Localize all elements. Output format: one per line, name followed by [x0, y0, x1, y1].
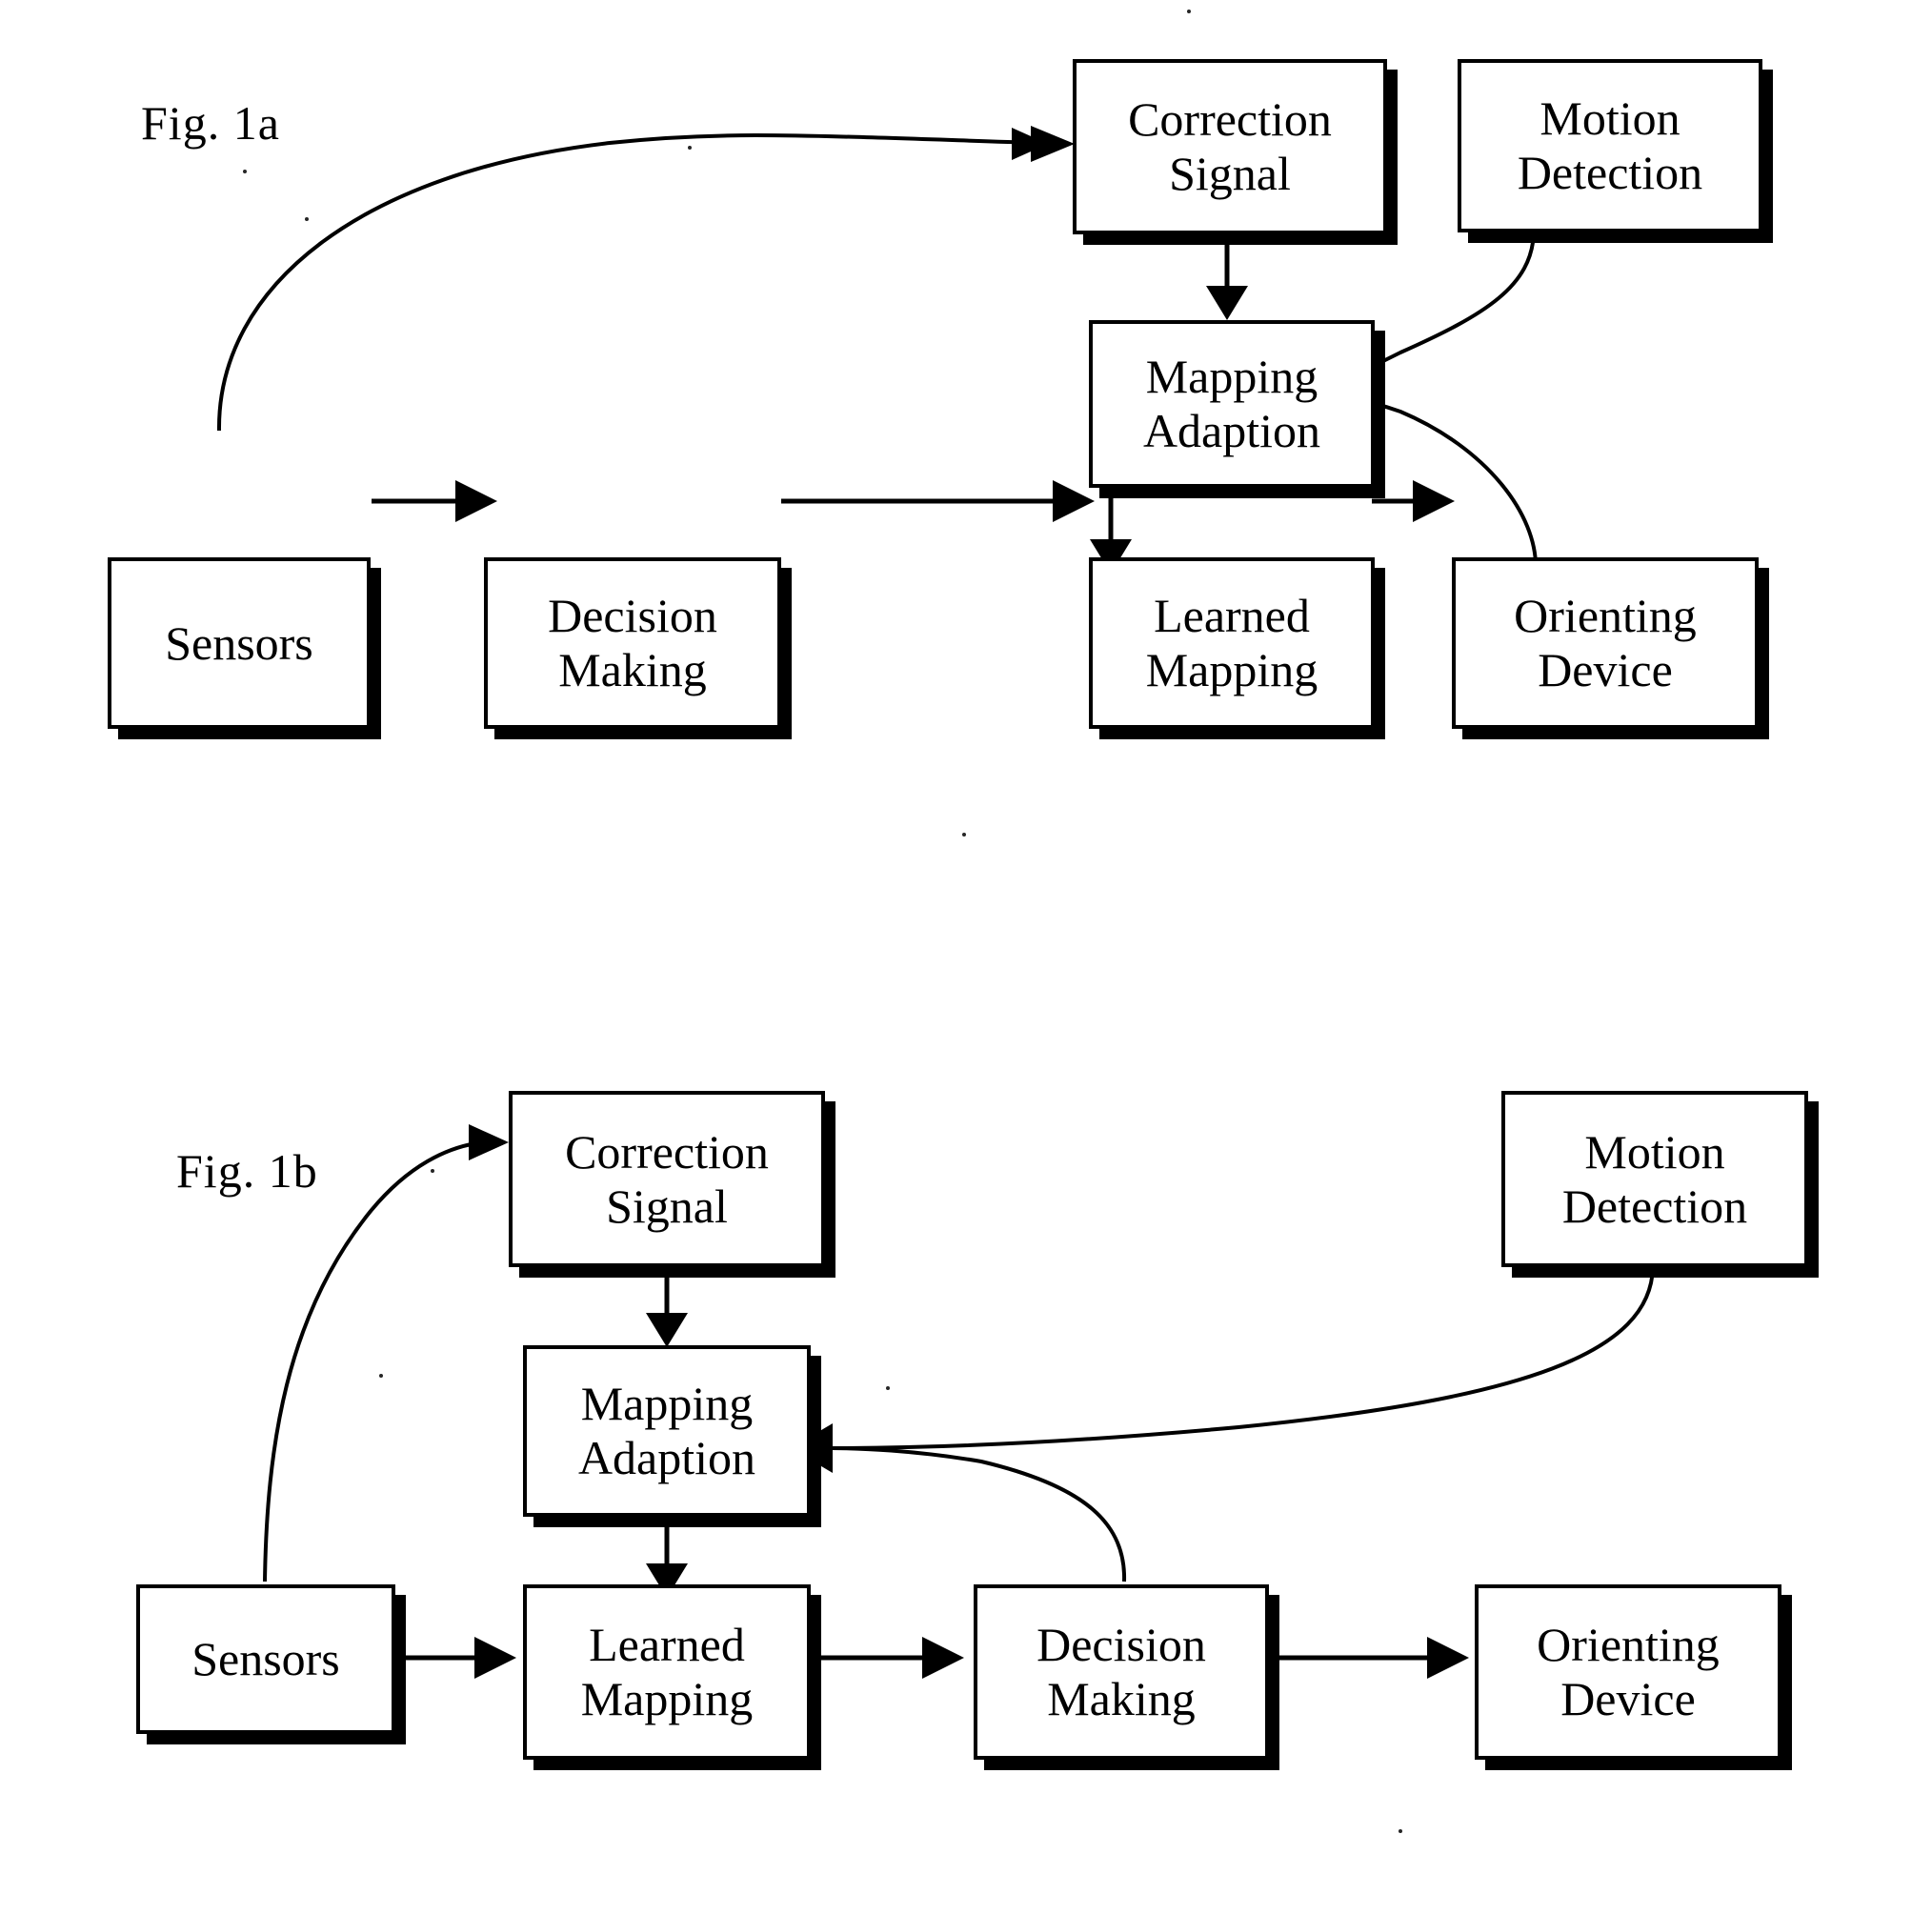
arrowhead-orienting-device-1b	[1427, 1637, 1469, 1679]
node-line: Device	[1560, 1672, 1696, 1725]
node-line: Making	[558, 643, 707, 696]
node-line: Detection	[1517, 146, 1703, 199]
node-line: Detection	[1561, 1179, 1748, 1233]
node-line: Orienting	[1537, 1618, 1720, 1671]
node-line: Decision	[548, 589, 717, 642]
fig1b-node-learned-mapping[interactable]: Learned Mapping	[523, 1584, 811, 1760]
fig1b-node-correction-signal[interactable]: Correction Signal	[509, 1091, 825, 1267]
node-line: Mapping	[580, 1377, 754, 1430]
arrowhead-decision-making-1a	[455, 480, 497, 522]
fig1a-node-learned-mapping[interactable]: Learned Mapping	[1089, 557, 1375, 729]
node-line: Correction	[1128, 92, 1332, 146]
fig1a-node-sensors[interactable]: Sensors	[108, 557, 371, 729]
node-line: Motion	[1584, 1124, 1725, 1179]
fig1b-node-decision-making[interactable]: Decision Making	[974, 1584, 1269, 1760]
node-line: Signal	[606, 1179, 728, 1233]
node-line: Mapping	[1145, 350, 1318, 403]
node-line: Sensors	[165, 615, 313, 670]
edge-motion-detection-to-mapping-adaption-1b	[830, 1266, 1655, 1450]
arrowhead-learned-mapping-left-1b	[474, 1637, 516, 1679]
node-line: Correction	[565, 1124, 769, 1179]
fig1a-node-orienting-device[interactable]: Orienting Device	[1452, 557, 1759, 729]
node-line: Adaption	[577, 1431, 756, 1484]
scan-speck	[962, 833, 966, 837]
scan-speck	[1187, 10, 1191, 13]
node-line: Learned	[1154, 589, 1310, 642]
node-line: Orienting	[1514, 589, 1697, 642]
figure-sheet: Fig. 1a Correction Signal Motion Detecti	[0, 0, 1932, 1915]
node-line: Adaption	[1142, 404, 1321, 457]
node-line: Sensors	[191, 1632, 340, 1685]
scan-speck	[1399, 1829, 1402, 1833]
fig1a-node-correction-signal[interactable]: Correction Signal	[1073, 59, 1387, 234]
arrowhead-mapping-adaption-top-1b	[646, 1313, 688, 1347]
arrowhead-correction-signal-1a	[1031, 126, 1075, 162]
figure-label-1a: Fig. 1a	[141, 96, 280, 150]
node-line: Signal	[1169, 147, 1291, 200]
arrowhead-correction-signal-1a-inner	[1012, 128, 1048, 160]
fig1b-node-orienting-device[interactable]: Orienting Device	[1475, 1584, 1781, 1760]
fig1b-node-mapping-adaption[interactable]: Mapping Adaption	[523, 1345, 811, 1517]
scan-speck	[243, 170, 247, 173]
fig1b-node-motion-detection[interactable]: Motion Detection	[1501, 1091, 1808, 1267]
fig1a-node-decision-making[interactable]: Decision Making	[484, 557, 781, 729]
node-line: Mapping	[580, 1672, 754, 1725]
scan-speck	[431, 1169, 434, 1173]
arrowhead-decision-making-1b	[922, 1637, 964, 1679]
figure-label-1b: Fig. 1b	[176, 1144, 318, 1198]
scan-speck	[886, 1386, 890, 1390]
node-line: Making	[1047, 1672, 1196, 1725]
arrowhead-orienting-device-1a	[1413, 480, 1455, 522]
edge-sensors-to-correction-signal-1b	[263, 1141, 477, 1582]
node-line: Device	[1538, 643, 1673, 696]
node-line: Learned	[589, 1618, 745, 1671]
node-line: Mapping	[1145, 643, 1318, 696]
scan-speck	[688, 146, 692, 150]
scan-speck	[305, 217, 309, 221]
scan-speck	[379, 1374, 383, 1378]
arrowhead-correction-signal-1b	[469, 1124, 509, 1160]
fig1a-node-motion-detection[interactable]: Motion Detection	[1458, 59, 1762, 232]
fig1a-node-mapping-adaption[interactable]: Mapping Adaption	[1089, 320, 1375, 488]
fig1b-node-sensors[interactable]: Sensors	[136, 1584, 395, 1734]
node-line: Decision	[1036, 1618, 1206, 1671]
edge-sensors-to-correction-signal	[216, 133, 1039, 432]
edge-decision-making-to-mapping-adaption-1b	[830, 1446, 1127, 1582]
node-line: Motion	[1540, 91, 1680, 145]
arrowhead-mapping-adaption-top-1a	[1206, 286, 1248, 320]
